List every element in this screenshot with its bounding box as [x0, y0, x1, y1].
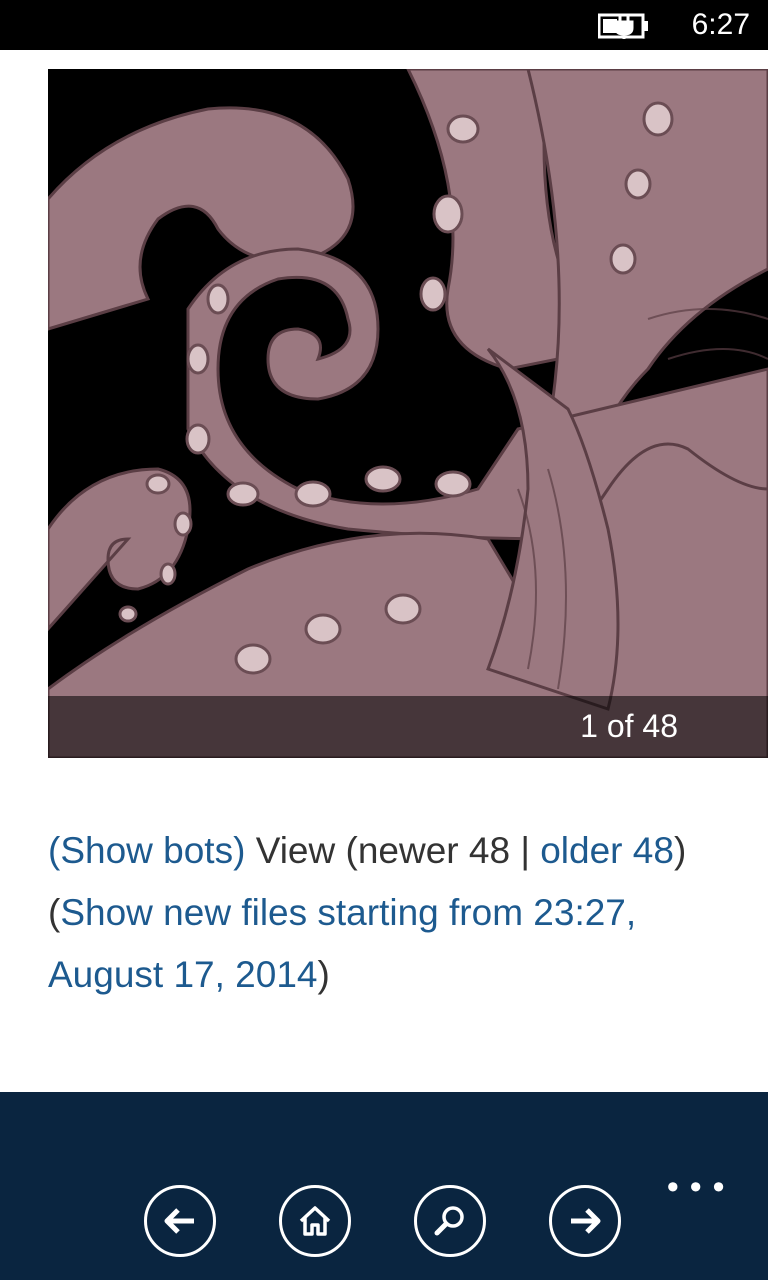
- older-48-link[interactable]: older 48: [540, 830, 674, 871]
- status-time: 6:27: [691, 8, 750, 41]
- more-options-icon[interactable]: •••: [663, 1172, 732, 1204]
- back-arrow-icon: [164, 1208, 194, 1234]
- image-gallery[interactable]: 1 of 48: [48, 69, 768, 758]
- gallery-nav-text: (Show bots) View (newer 48 | older 48) (…: [48, 820, 728, 1006]
- gallery-caption-bar: 1 of 48: [48, 696, 768, 758]
- view-prefix-text: View (newer 48 |: [245, 830, 541, 871]
- home-icon: [299, 1206, 331, 1236]
- home-button[interactable]: [279, 1185, 351, 1257]
- show-new-files-link[interactable]: Show new files starting from 23:27, Augu…: [48, 892, 636, 995]
- search-icon: [434, 1206, 464, 1236]
- search-button[interactable]: [414, 1185, 486, 1257]
- forward-button[interactable]: [549, 1185, 621, 1257]
- battery-charging-icon: [598, 13, 648, 39]
- suffix-text: ): [317, 954, 330, 995]
- forward-arrow-icon: [571, 1208, 601, 1234]
- back-button[interactable]: [144, 1185, 216, 1257]
- status-bar: 6:27: [0, 0, 768, 50]
- gallery-image: [48, 69, 768, 758]
- page-counter: 1 of 48: [580, 708, 678, 744]
- show-bots-link[interactable]: (Show bots): [48, 830, 245, 871]
- app-bar: •••: [0, 1092, 768, 1280]
